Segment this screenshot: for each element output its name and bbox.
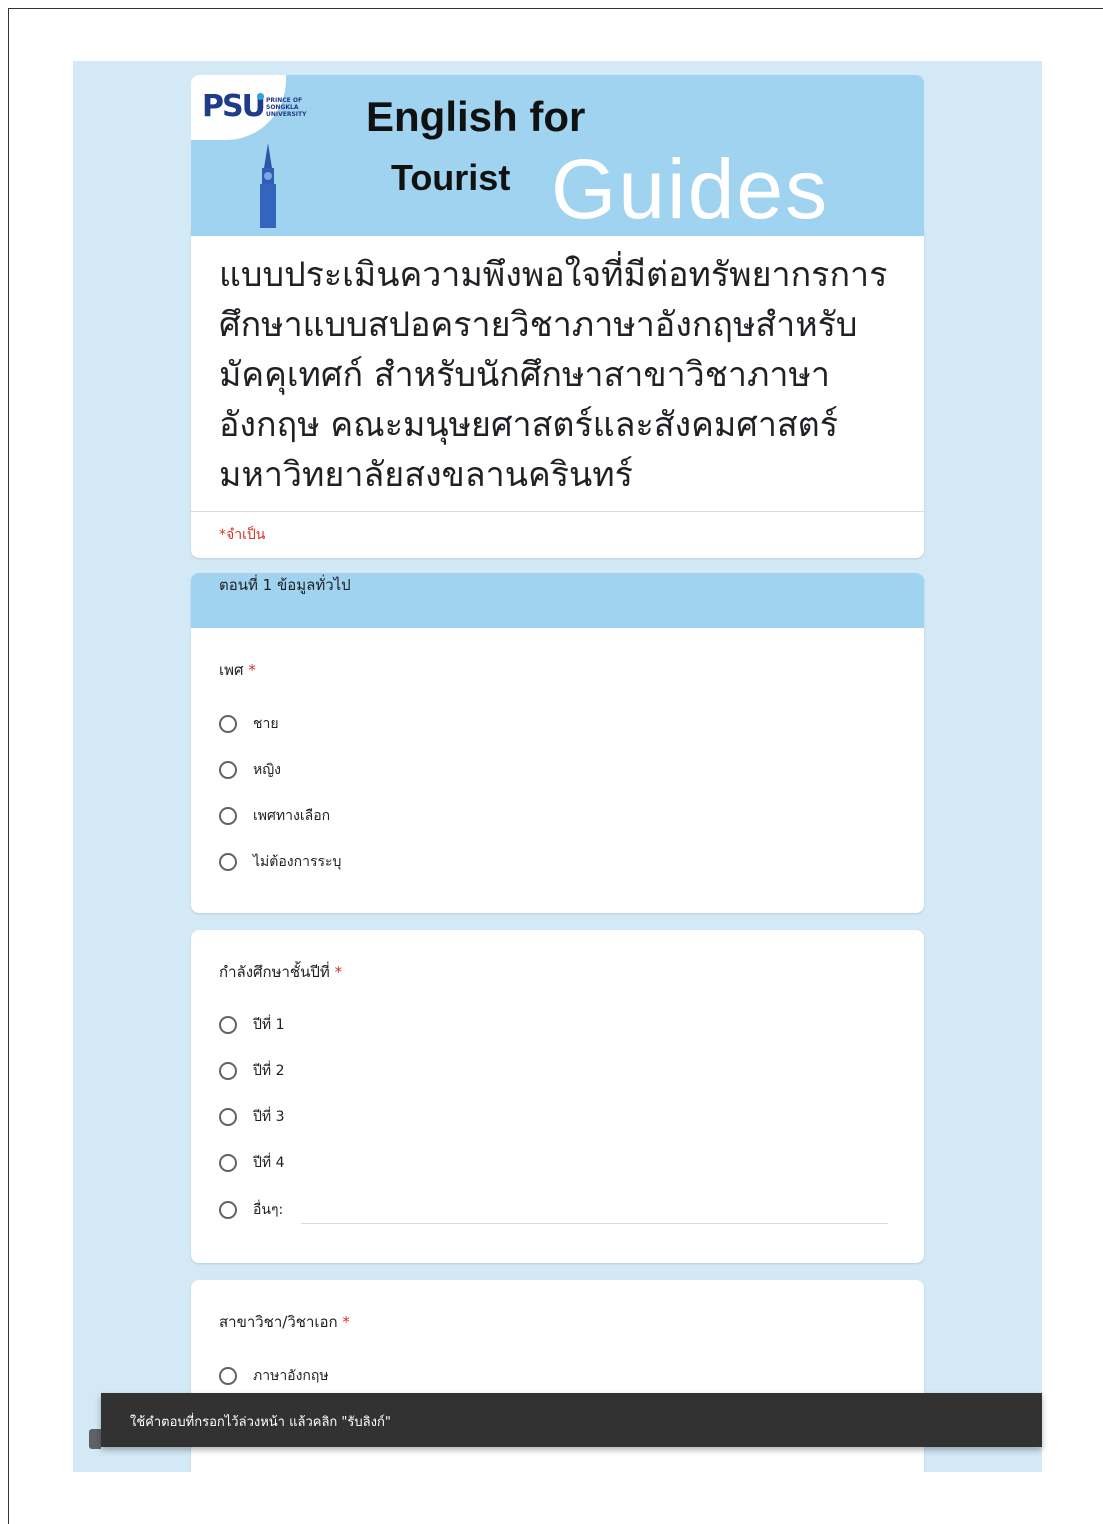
radio-option[interactable]: ชาย — [219, 712, 279, 736]
radio-circle-icon[interactable] — [219, 1016, 237, 1034]
question-label: เพศ * — [219, 658, 256, 682]
snackbar-message: ใช้คำตอบที่กรอกไว้ล่วงหน้า แล้วคลิก "รับ… — [130, 1415, 391, 1430]
radio-option[interactable]: ปีที่ 3 — [219, 1105, 284, 1129]
other-text-input[interactable] — [301, 1223, 888, 1224]
option-label: หญิง — [253, 762, 281, 778]
banner-title-line1: English for — [366, 93, 586, 140]
logo-dot — [257, 93, 264, 100]
radio-option[interactable]: เพศทางเลือก — [219, 804, 330, 828]
divider — [191, 511, 924, 512]
question-text: กำลังศึกษาชั้นปีที่ — [219, 963, 330, 981]
question-card-year: กำลังศึกษาชั้นปีที่ * ปีที่ 1 ปีที่ 2 ปี… — [191, 930, 924, 1263]
radio-option[interactable]: ภาษาอังกฤษ — [219, 1364, 329, 1388]
required-asterisk: * — [342, 1313, 350, 1331]
required-asterisk: * — [334, 963, 343, 981]
option-label: ไม่ต้องการระบุ — [253, 854, 342, 870]
header-banner: PSU PRINCE OF SONGKLA UNIVERSITY English… — [191, 75, 924, 228]
radio-option[interactable]: ปีที่ 4 — [219, 1151, 284, 1175]
section-header: ตอนที่ 1 ข้อมูลทั่วไป — [191, 573, 924, 628]
logo-subtext: PRINCE OF SONGKLA UNIVERSITY — [266, 97, 307, 118]
radio-circle-icon[interactable] — [219, 853, 237, 871]
section-card-general-info: ตอนที่ 1 ข้อมูลทั่วไป เพศ * ชาย หญิง เพศ… — [191, 573, 924, 913]
clock-tower-icon — [260, 143, 276, 228]
radio-option-other[interactable]: อื่นๆ: — [219, 1198, 283, 1222]
form-viewport[interactable]: PSU PRINCE OF SONGKLA UNIVERSITY English… — [73, 61, 1042, 1472]
banner-title-guides: Guides — [551, 142, 830, 228]
banner-title-line2: Tourist — [391, 157, 511, 198]
option-label: ปีที่ 2 — [253, 1063, 285, 1079]
radio-option[interactable]: ปีที่ 1 — [219, 1013, 284, 1037]
required-note: *จำเป็น — [219, 527, 266, 543]
option-label: ภาษาอังกฤษ — [253, 1368, 329, 1384]
radio-circle-icon[interactable] — [219, 761, 237, 779]
radio-circle-icon[interactable] — [219, 1367, 237, 1385]
question-label: กำลังศึกษาชั้นปีที่ * — [219, 960, 342, 984]
option-label: ชาย — [253, 716, 279, 732]
question-text: สาขาวิชา/วิชาเอก — [219, 1313, 338, 1331]
radio-circle-icon[interactable] — [219, 1108, 237, 1126]
radio-circle-icon[interactable] — [219, 1201, 237, 1219]
option-label: ปีที่ 1 — [253, 1017, 285, 1033]
required-asterisk: * — [248, 661, 256, 679]
radio-circle-icon[interactable] — [219, 1154, 237, 1172]
radio-circle-icon[interactable] — [219, 807, 237, 825]
option-label: เพศทางเลือก — [253, 808, 331, 824]
radio-circle-icon[interactable] — [219, 715, 237, 733]
question-label: สาขาวิชา/วิชาเอก * — [219, 1310, 350, 1334]
snackbar: ใช้คำตอบที่กรอกไว้ล่วงหน้า แล้วคลิก "รับ… — [101, 1393, 1042, 1447]
form-title: แบบประเมินความพึงพอใจที่มีต่อทรัพยากรการ… — [219, 255, 888, 495]
psu-logo: PSU — [202, 89, 266, 124]
feedback-icon[interactable] — [89, 1429, 101, 1449]
radio-circle-icon[interactable] — [219, 1062, 237, 1080]
question-text: เพศ — [219, 661, 244, 679]
form-title-card: แบบประเมินความพึงพอใจที่มีต่อทรัพยากรการ… — [191, 228, 924, 558]
radio-option[interactable]: หญิง — [219, 758, 281, 782]
radio-option[interactable]: ปีที่ 2 — [219, 1059, 284, 1083]
radio-option[interactable]: ไม่ต้องการระบุ — [219, 850, 341, 874]
option-label: ปีที่ 4 — [253, 1155, 285, 1171]
option-label: อื่นๆ: — [253, 1202, 284, 1218]
option-label: ปีที่ 3 — [253, 1109, 285, 1125]
